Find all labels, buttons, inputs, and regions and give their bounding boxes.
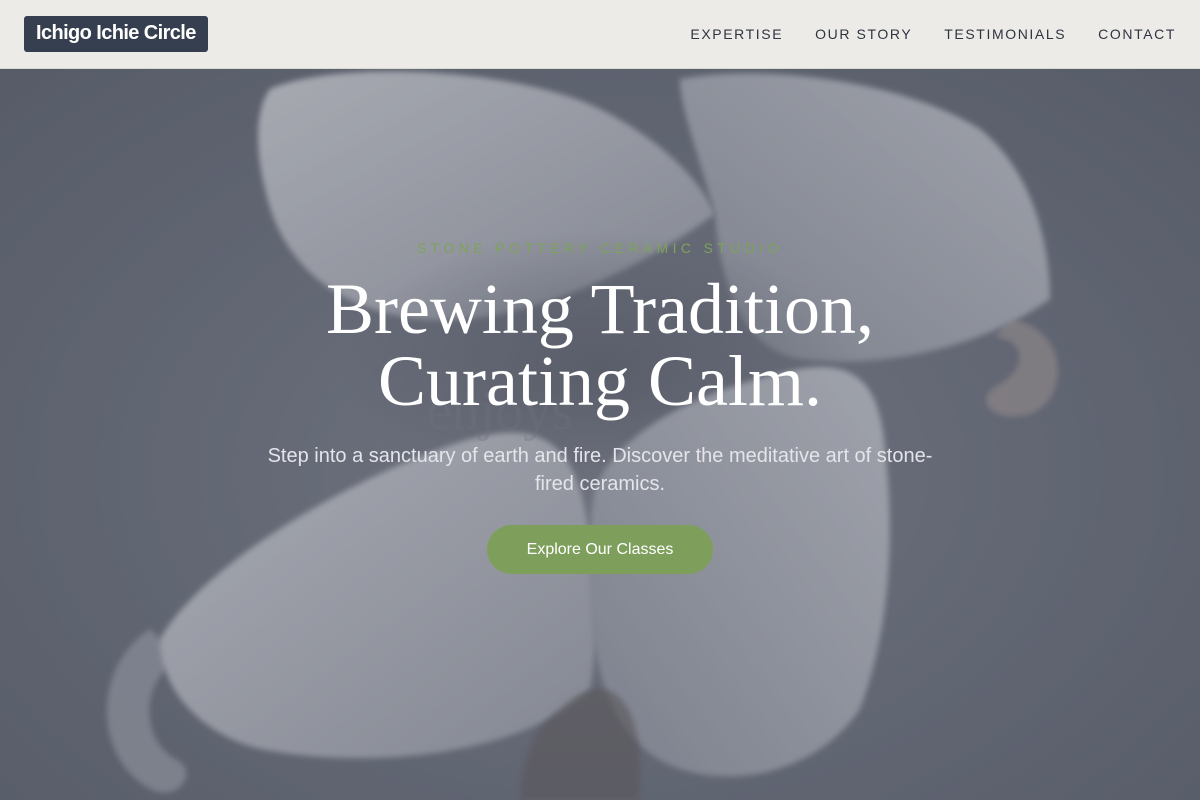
main-nav: EXPERTISE OUR STORY TESTIMONIALS CONTACT <box>690 26 1176 42</box>
brand-logo[interactable]: Ichigo Ichie Circle <box>24 16 208 52</box>
nav-item-contact[interactable]: CONTACT <box>1098 26 1176 42</box>
hero-headline: Brewing Tradition, Curating Calm. <box>0 273 1200 417</box>
hero-content: STONE POTTERY CERAMIC STUDIO Brewing Tra… <box>0 69 1200 800</box>
nav-item-expertise[interactable]: EXPERTISE <box>690 26 783 42</box>
site-header: Ichigo Ichie Circle EXPERTISE OUR STORY … <box>0 0 1200 69</box>
hero-subtitle: Step into a sanctuary of earth and fire.… <box>267 445 933 495</box>
nav-item-testimonials[interactable]: TESTIMONIALS <box>944 26 1066 42</box>
hero-headline-line1: Brewing Tradition, <box>325 269 875 349</box>
hero-eyebrow: STONE POTTERY CERAMIC STUDIO <box>417 240 783 256</box>
nav-item-our-story[interactable]: OUR STORY <box>815 26 912 42</box>
explore-classes-button[interactable]: Explore Our Classes <box>487 525 713 574</box>
hero-section: enjoys STONE POTTERY CERAMIC STUDIO Brew… <box>0 69 1200 800</box>
hero-headline-line2: Curating Calm. <box>378 341 822 421</box>
